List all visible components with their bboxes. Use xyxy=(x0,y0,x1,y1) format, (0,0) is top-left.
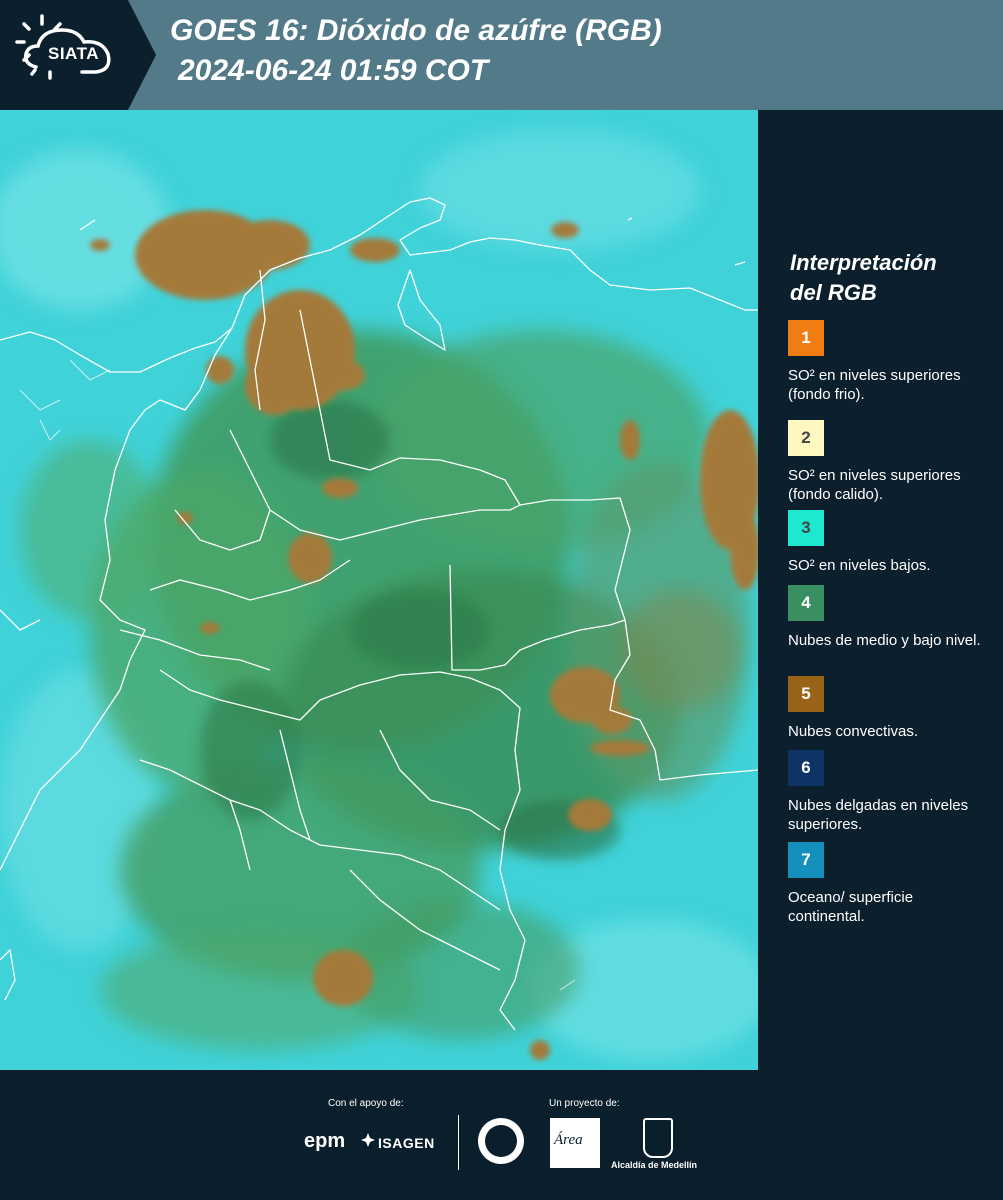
area-metropolitana-logo: Área xyxy=(550,1118,600,1168)
legend-label: Nubes delgadas en niveles superiores. xyxy=(788,797,969,833)
logo-text: SIATA xyxy=(48,44,99,63)
legend-title: Interpretación del RGB xyxy=(790,248,990,308)
legend-item: 3 SO² en niveles bajos. xyxy=(788,510,988,575)
page-title: GOES 16: Dióxido de azúfre (RGB) xyxy=(170,14,662,47)
legend-swatch: 7 xyxy=(788,842,824,878)
legend-number: 5 xyxy=(801,684,811,703)
header: SIATA GOES 16: Dióxido de azúfre (RGB) 2… xyxy=(0,0,1003,110)
alcaldia-logo-text: Alcaldía de Medellín xyxy=(611,1160,698,1170)
page-timestamp: 2024-06-24 01:59 COT xyxy=(178,54,489,87)
legend-label: Nubes de medio y bajo nivel. xyxy=(788,632,981,649)
siata-logo: SIATA xyxy=(0,0,128,110)
project-label: Un proyecto de: xyxy=(549,1098,620,1109)
legend-label: Oceano/ superficie continental. xyxy=(788,889,914,925)
footer-divider xyxy=(458,1115,459,1170)
legend-item: 4 Nubes de medio y bajo nivel. xyxy=(788,585,988,650)
legend-number: 3 xyxy=(801,518,811,537)
legend-title-line1: Interpretación xyxy=(790,250,937,275)
legend-swatch: 3 xyxy=(788,510,824,546)
support-label: Con el apoyo de: xyxy=(328,1098,404,1109)
legend-item: 1 SO² en niveles superiores (fondo frio)… xyxy=(788,320,988,404)
legend-item: 6 Nubes delgadas en niveles superiores. xyxy=(788,750,988,834)
alcaldia-shield-icon xyxy=(643,1118,673,1158)
isagen-logo: ISAGEN xyxy=(378,1135,435,1151)
legend-number: 2 xyxy=(801,428,811,447)
legend-swatch: 2 xyxy=(788,420,824,456)
legend-item: 2 SO² en niveles superiores (fondo calid… xyxy=(788,420,988,504)
legend-item: 5 Nubes convectivas. xyxy=(788,676,988,741)
satellite-map[interactable] xyxy=(0,110,758,1070)
legend-swatch: 4 xyxy=(788,585,824,621)
legend-label: SO² en niveles superiores (fondo frio). xyxy=(788,367,961,403)
epm-logo: epm xyxy=(304,1130,346,1152)
footer: Con el apoyo de: Un proyecto de: epm ISA… xyxy=(0,1070,1003,1200)
university-seal-icon xyxy=(478,1118,524,1164)
logo-arrow xyxy=(128,0,156,110)
legend-label: SO² en niveles superiores (fondo calido)… xyxy=(788,467,961,503)
legend-item: 7 Oceano/ superficie continental. xyxy=(788,842,988,926)
legend-swatch: 1 xyxy=(788,320,824,356)
isagen-icon xyxy=(361,1133,375,1147)
rgb-composite-image xyxy=(0,110,758,1070)
legend-title-line2: del RGB xyxy=(790,280,877,305)
legend-number: 1 xyxy=(801,328,811,347)
legend-panel: Interpretación del RGB 1 SO² en niveles … xyxy=(758,110,1003,1070)
legend-number: 7 xyxy=(801,850,811,869)
area-logo-text: Área xyxy=(554,1132,583,1148)
legend-swatch: 5 xyxy=(788,676,824,712)
legend-number: 6 xyxy=(801,758,811,777)
legend-swatch: 6 xyxy=(788,750,824,786)
legend-label: SO² en niveles bajos. xyxy=(788,557,931,574)
legend-number: 4 xyxy=(801,593,811,612)
legend-label: Nubes convectivas. xyxy=(788,723,919,740)
